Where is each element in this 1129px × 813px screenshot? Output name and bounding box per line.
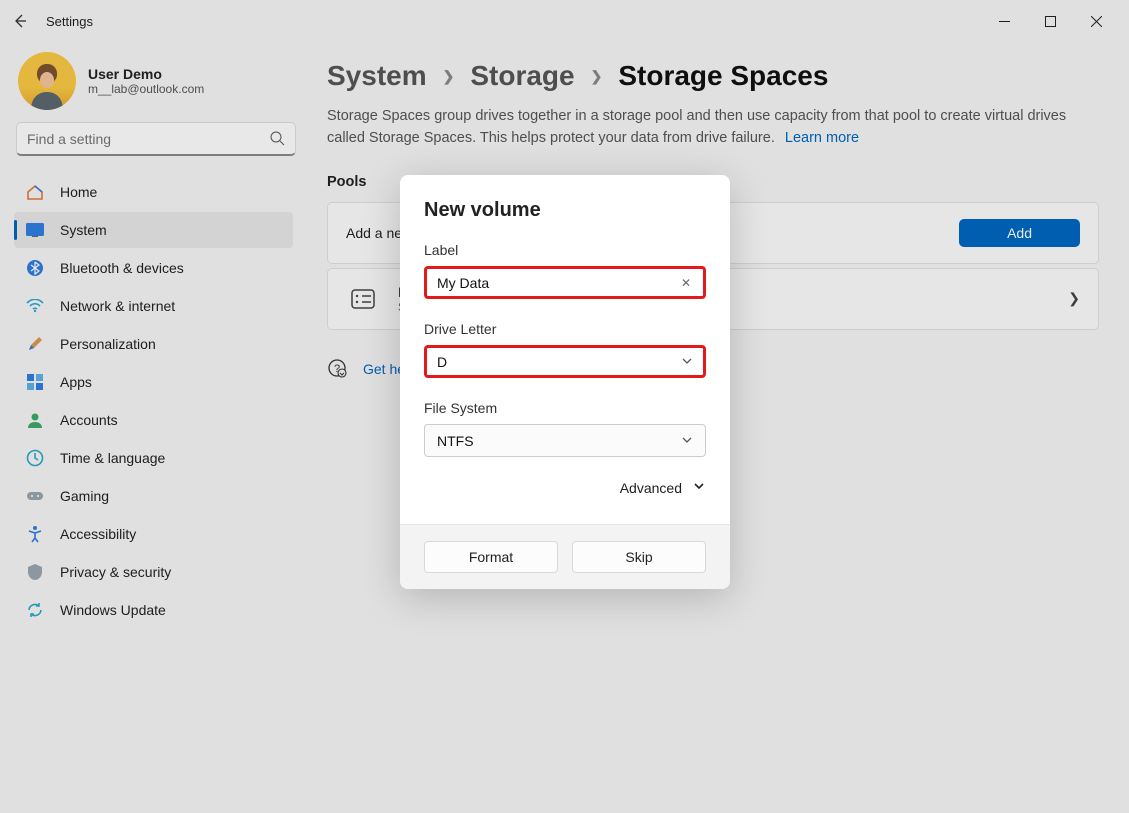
apps-icon — [26, 373, 44, 391]
label-input-wrap[interactable]: ✕ — [424, 266, 706, 299]
nav-gaming[interactable]: Gaming — [14, 478, 293, 514]
drive-letter-dropdown[interactable]: D — [424, 345, 706, 378]
accessibility-icon — [26, 525, 44, 543]
file-system-value: NTFS — [437, 433, 474, 449]
back-arrow-icon — [13, 13, 29, 29]
close-icon — [1091, 16, 1102, 27]
nav-label: Time & language — [60, 450, 165, 466]
shield-icon — [26, 563, 44, 581]
label-field-label: Label — [424, 242, 706, 258]
chevron-right-icon: ❯ — [1068, 290, 1080, 307]
nav-accessibility[interactable]: Accessibility — [14, 516, 293, 552]
close-button[interactable] — [1073, 6, 1119, 36]
home-icon — [26, 183, 44, 201]
nav-label: Network & internet — [60, 298, 175, 314]
nav-label: Apps — [60, 374, 92, 390]
nav-system[interactable]: System — [14, 212, 293, 248]
user-panel[interactable]: User Demo m__lab@outlook.com — [18, 52, 289, 110]
label-input[interactable] — [437, 275, 679, 291]
search-input[interactable] — [27, 131, 270, 147]
file-system-dropdown[interactable]: NTFS — [424, 424, 706, 457]
chevron-right-icon: ❯ — [591, 68, 603, 85]
gaming-icon — [26, 487, 44, 505]
nav-time[interactable]: Time & language — [14, 440, 293, 476]
minimize-icon — [999, 16, 1010, 27]
maximize-icon — [1045, 16, 1056, 27]
learn-more-link[interactable]: Learn more — [785, 130, 859, 146]
clock-icon — [26, 449, 44, 467]
help-icon: ? — [327, 358, 347, 381]
avatar — [18, 52, 76, 110]
clear-icon[interactable]: ✕ — [679, 276, 693, 290]
advanced-toggle[interactable]: Advanced — [424, 479, 706, 496]
nav-label: Accessibility — [60, 526, 136, 542]
crumb-storage[interactable]: Storage — [470, 60, 574, 92]
nav-home[interactable]: Home — [14, 174, 293, 210]
get-help-link[interactable]: Get he — [363, 361, 405, 377]
account-icon — [26, 411, 44, 429]
nav-label: Gaming — [60, 488, 109, 504]
chevron-down-icon — [681, 433, 693, 449]
nav-network[interactable]: Network & internet — [14, 288, 293, 324]
nav-privacy[interactable]: Privacy & security — [14, 554, 293, 590]
back-button[interactable] — [10, 10, 32, 32]
user-name: User Demo — [88, 66, 204, 82]
drive-icon — [346, 282, 380, 316]
chevron-right-icon: ❯ — [443, 68, 455, 85]
file-system-label: File System — [424, 400, 706, 416]
page-description: Storage Spaces group drives together in … — [327, 106, 1097, 150]
window-title: Settings — [46, 14, 93, 29]
nav-label: System — [60, 222, 107, 238]
system-icon — [26, 221, 44, 239]
sidebar: User Demo m__lab@outlook.com Home System… — [0, 42, 305, 813]
crumb-storage-spaces: Storage Spaces — [618, 60, 828, 92]
dialog-title: New volume — [424, 199, 706, 222]
user-email: m__lab@outlook.com — [88, 82, 204, 96]
wifi-icon — [26, 297, 44, 315]
nav-label: Accounts — [60, 412, 118, 428]
nav-label: Privacy & security — [60, 564, 171, 580]
new-volume-dialog: New volume Label ✕ Drive Letter D File S… — [400, 175, 730, 589]
nav-label: Bluetooth & devices — [60, 260, 184, 276]
search-icon — [270, 131, 285, 146]
titlebar: Settings — [0, 0, 1129, 42]
breadcrumb: System ❯ Storage ❯ Storage Spaces — [327, 60, 1099, 92]
nav-bluetooth[interactable]: Bluetooth & devices — [14, 250, 293, 286]
nav-apps[interactable]: Apps — [14, 364, 293, 400]
chevron-down-icon — [681, 354, 693, 370]
update-icon — [26, 601, 44, 619]
nav-accounts[interactable]: Accounts — [14, 402, 293, 438]
search-box[interactable] — [16, 122, 296, 156]
brush-icon — [26, 335, 44, 353]
chevron-down-icon — [692, 479, 706, 496]
drive-letter-label: Drive Letter — [424, 321, 706, 337]
nav-label: Personalization — [60, 336, 156, 352]
nav-label: Home — [60, 184, 97, 200]
add-button[interactable]: Add — [959, 219, 1080, 247]
nav-update[interactable]: Windows Update — [14, 592, 293, 628]
drive-letter-value: D — [437, 354, 447, 370]
format-button[interactable]: Format — [424, 541, 558, 573]
minimize-button[interactable] — [981, 6, 1027, 36]
nav-personalization[interactable]: Personalization — [14, 326, 293, 362]
skip-button[interactable]: Skip — [572, 541, 706, 573]
maximize-button[interactable] — [1027, 6, 1073, 36]
bluetooth-icon — [26, 259, 44, 277]
crumb-system[interactable]: System — [327, 60, 427, 92]
nav-label: Windows Update — [60, 602, 166, 618]
nav-list: Home System Bluetooth & devices Network … — [14, 174, 293, 628]
